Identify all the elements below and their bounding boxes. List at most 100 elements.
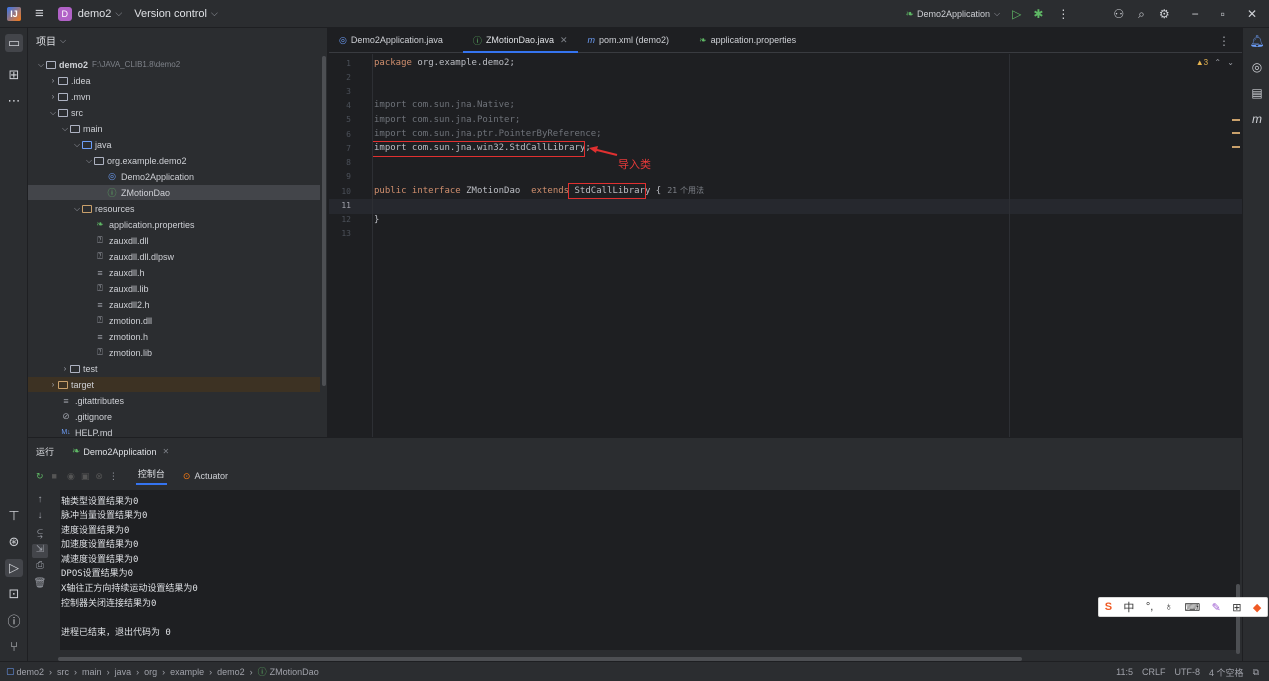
breadcrumb-item[interactable]: demo2: [217, 667, 245, 677]
tree-item-file[interactable]: ⍰ zauxdll.dll.dlpsw: [28, 249, 320, 264]
breadcrumb-item[interactable]: org: [144, 667, 157, 677]
close-tab-icon[interactable]: ✕: [560, 35, 568, 46]
ime-voice-icon[interactable]: ♁: [1165, 601, 1173, 613]
code-line[interactable]: import com.sun.jna.ptr.PointerByReferenc…: [374, 127, 602, 141]
tab-menu-icon[interactable]: ⋮: [1218, 34, 1230, 48]
tab-actuator[interactable]: Actuator: [194, 471, 228, 481]
warnings-indicator[interactable]: ▲3 ⌃ ⌄: [1196, 58, 1234, 67]
tree-item-file[interactable]: ≡ zmotion.h: [28, 329, 320, 344]
tree-item-file[interactable]: ⍰ zauxdll.lib: [28, 281, 320, 296]
indent-setting[interactable]: 4 个空格: [1209, 666, 1244, 679]
tree-item-application-properties[interactable]: ❧ application.properties: [28, 217, 320, 232]
scroll-up-icon[interactable]: ↑: [32, 494, 48, 508]
tree-item-java[interactable]: ⌵ java: [28, 137, 320, 152]
project-selector[interactable]: demo2: [78, 8, 112, 20]
debug-icon[interactable]: ✱: [1033, 7, 1043, 21]
warning-stripe[interactable]: [1232, 132, 1240, 134]
vcs-selector[interactable]: Version control: [134, 8, 207, 20]
add-user-icon[interactable]: ⚇: [1113, 7, 1124, 21]
tab-zmotiondao[interactable]: ⓘ ZMotionDao.java ✕: [462, 28, 578, 53]
ime-skin-icon[interactable]: ✎: [1212, 601, 1221, 614]
tree-item-gitignore[interactable]: ⊘ .gitignore: [28, 409, 320, 424]
tab-application-properties[interactable]: ❧ application.properties: [689, 28, 806, 52]
close-window-icon[interactable]: ✕: [1247, 7, 1257, 21]
tree-item-main[interactable]: ⌵ main: [28, 121, 320, 136]
run-config-tab[interactable]: Demo2Application: [83, 447, 156, 457]
code-line[interactable]: import com.sun.jna.Pointer;: [374, 113, 520, 127]
ai-assistant-icon[interactable]: ◎: [1248, 58, 1266, 76]
chevron-down-icon[interactable]: ⌵: [60, 124, 70, 134]
tree-item-mvn[interactable]: › .mvn: [28, 89, 320, 104]
build-hammer-icon[interactable]: ⊤: [5, 507, 23, 525]
scroll-to-end-icon[interactable]: ⇲: [32, 544, 48, 558]
close-tab-icon[interactable]: ✕: [162, 447, 169, 456]
problems-icon[interactable]: ⓘ: [5, 611, 23, 629]
console-vertical-scrollbar[interactable]: [1236, 584, 1240, 654]
maven-icon[interactable]: m: [1248, 110, 1266, 128]
tree-item-resources[interactable]: ⌵ resources: [28, 201, 320, 216]
project-panel-header[interactable]: 项目 ⌵: [28, 28, 327, 53]
tree-item-file[interactable]: ⍰ zauxdll.dll: [28, 233, 320, 248]
restore-window-icon[interactable]: ▫: [1221, 7, 1225, 21]
run-icon[interactable]: ▷: [1012, 7, 1021, 21]
breadcrumb-item[interactable]: java: [115, 667, 132, 677]
breadcrumb-item[interactable]: src: [57, 667, 69, 677]
structure-icon[interactable]: ⊞: [5, 66, 23, 84]
terminal-icon[interactable]: ⊡: [5, 585, 23, 603]
tree-item-src[interactable]: ⌵ src: [28, 105, 320, 120]
tree-item-idea[interactable]: › .idea: [28, 73, 320, 88]
services-icon[interactable]: ⊛: [5, 533, 23, 551]
tab-console[interactable]: 控制台: [135, 467, 167, 485]
chevron-down-icon[interactable]: ⌄: [1227, 58, 1234, 67]
tree-item-file[interactable]: ⍰ zmotion.dll: [28, 313, 320, 328]
project-badge[interactable]: D: [57, 6, 72, 21]
code-line[interactable]: }: [374, 213, 379, 227]
tree-item-file[interactable]: ⍰ zmotion.lib: [28, 345, 320, 360]
chevron-down-icon[interactable]: ⌵: [72, 204, 82, 214]
code-line[interactable]: package org.example.demo2;: [374, 56, 515, 70]
chevron-down-icon[interactable]: ⌵: [72, 140, 82, 150]
search-icon[interactable]: ⌕: [1138, 7, 1145, 22]
tree-item-gitattributes[interactable]: ≡ .gitattributes: [28, 393, 320, 408]
chevron-up-icon[interactable]: ⌃: [1214, 58, 1221, 67]
chevron-down-icon[interactable]: ⌵: [36, 60, 46, 70]
line-separator[interactable]: CRLF: [1142, 667, 1166, 677]
tree-item-zmotiondao[interactable]: ⓘ ZMotionDao: [28, 185, 320, 200]
tab-demo2application[interactable]: ◎ Demo2Application.java: [329, 28, 453, 52]
ime-punctuation-icon[interactable]: °,: [1146, 601, 1153, 613]
ime-more-icon[interactable]: ◆: [1253, 601, 1261, 614]
ime-keyboard-icon[interactable]: ⌨: [1184, 601, 1200, 614]
tree-item-help-md[interactable]: M↓ HELP.md: [28, 425, 320, 438]
more-actions-icon[interactable]: ⋮: [109, 471, 118, 482]
breadcrumb-item[interactable]: example: [170, 667, 204, 677]
code-line[interactable]: public interface ZMotionDao extends StdC…: [374, 184, 704, 198]
project-scrollbar[interactable]: [322, 56, 326, 386]
breadcrumb-item[interactable]: ZMotionDao: [270, 667, 319, 677]
tree-item-package[interactable]: ⌵ org.example.demo2: [28, 153, 320, 168]
run-panel-icon[interactable]: ▷: [5, 559, 23, 577]
settings-gear-icon[interactable]: ⚙: [1159, 7, 1170, 21]
caret-position[interactable]: 11:5: [1116, 667, 1133, 677]
dump-icon[interactable]: ▣: [81, 471, 90, 482]
warning-stripe[interactable]: [1232, 119, 1240, 121]
scroll-down-icon[interactable]: ↓: [32, 510, 48, 524]
ime-language[interactable]: 中: [1123, 599, 1134, 615]
database-icon[interactable]: ▤: [1248, 84, 1266, 102]
chevron-right-icon[interactable]: ›: [60, 364, 70, 373]
more-tools-icon[interactable]: ⋯: [5, 92, 23, 110]
tree-item-file[interactable]: ≡ zauxdll.h: [28, 265, 320, 280]
tree-item-demo2[interactable]: ⌵ demo2 F:\JAVA_CLIB1.8\demo2: [28, 57, 320, 72]
run-config-selector[interactable]: Demo2Application: [917, 9, 990, 19]
project-folder-icon[interactable]: ▭: [5, 34, 23, 52]
chevron-down-icon[interactable]: ⌵: [84, 156, 94, 166]
screenshot-icon[interactable]: ◉: [67, 471, 75, 482]
tree-item-file[interactable]: ≡ zauxdll2.h: [28, 297, 320, 312]
chevron-down-icon[interactable]: ⌵: [48, 108, 58, 118]
console-output[interactable]: 轴类型设置结果为0 脉冲当量设置结果为0 速度设置结果为0 加速度设置结果为0 …: [60, 490, 1240, 650]
ide-logo-icon[interactable]: IJ: [7, 6, 21, 21]
clear-trash-icon[interactable]: 🗑︎: [32, 578, 48, 592]
ime-logo-icon[interactable]: S: [1105, 601, 1112, 613]
code-line[interactable]: import com.sun.jna.Native;: [374, 98, 515, 112]
ime-toolbox-icon[interactable]: ⊞: [1232, 601, 1241, 614]
ime-toolbar[interactable]: S 中 °, ♁ ⌨ ✎ ⊞ ◆: [1098, 597, 1268, 617]
